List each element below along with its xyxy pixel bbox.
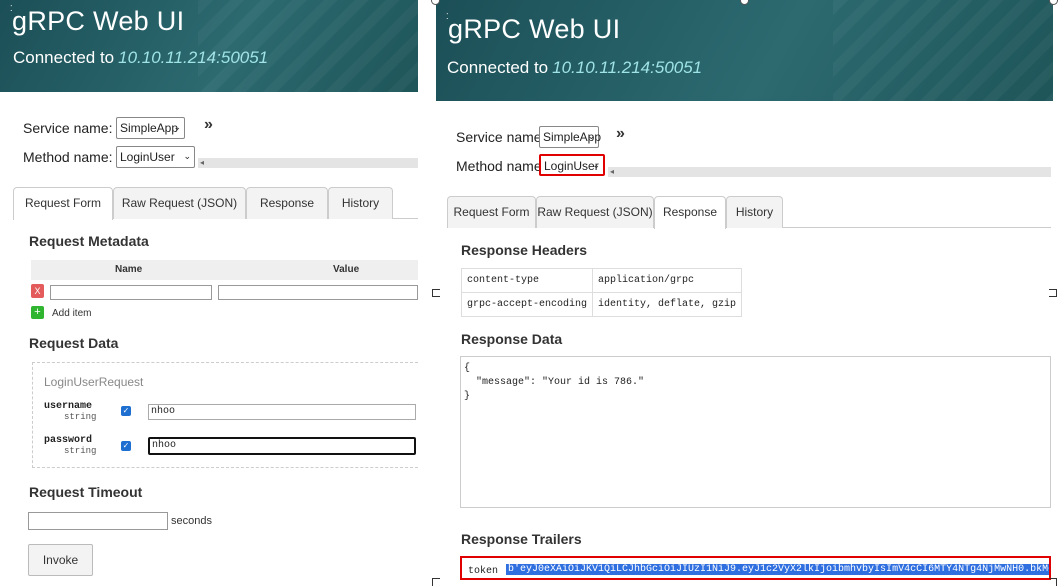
connection-status: Connected to 10.10.11.214:50051	[13, 48, 269, 67]
tab-request-form[interactable]: Request Form	[13, 187, 113, 220]
method-select[interactable]: LoginUser ⌄	[539, 154, 605, 176]
tab-raw-request[interactable]: Raw Request (JSON)	[536, 196, 654, 228]
metadata-value-input[interactable]	[218, 285, 418, 300]
app-header: ⁚ gRPC Web UI Connected to 10.10.11.214:50…	[436, 0, 1053, 101]
message-type-label: LoginUserRequest	[44, 375, 144, 389]
tab-response[interactable]: Response	[246, 187, 328, 219]
crop-bracket-icon	[1049, 289, 1057, 297]
scroll-left-icon: ◂	[610, 167, 615, 176]
crop-bracket-icon	[432, 289, 440, 297]
tab-bar: Request Form Raw Request (JSON) Response…	[13, 187, 418, 220]
header-value: application/grpc	[592, 268, 743, 293]
check-icon[interactable]: ✓	[121, 406, 131, 416]
response-headers-table: content-type application/grpc grpc-accep…	[460, 268, 743, 317]
trailer-key: token	[468, 566, 499, 577]
tab-history[interactable]: History	[328, 187, 393, 219]
metadata-col-name: Name	[115, 264, 143, 275]
tab-bar: Request Form Raw Request (JSON) Response…	[447, 196, 1051, 229]
service-name-label: Service name:	[456, 129, 546, 145]
app-header: ⁚ gRPC Web UI Connected to 10.10.11.214:50…	[0, 0, 418, 92]
timeout-input[interactable]	[28, 512, 168, 530]
metadata-col-value: Value	[333, 264, 360, 275]
app-logo: ⁚ gRPC Web UI	[10, 4, 185, 36]
host-address: 10.10.11.214:50051	[552, 58, 703, 77]
check-icon[interactable]: ✓	[121, 441, 131, 451]
crop-bracket-icon	[1049, 578, 1057, 586]
header-key: content-type	[460, 268, 594, 293]
app-logo: ⁚ gRPC Web UI	[446, 12, 621, 44]
logo-dots-icon: ⁚	[446, 12, 449, 21]
add-item-label[interactable]: Add item	[52, 308, 91, 319]
table-row: grpc-accept-encoding identity, deflate, …	[460, 292, 743, 317]
field-username-type: string	[64, 412, 97, 422]
response-data-title: Response Data	[461, 331, 563, 347]
tab-raw-request[interactable]: Raw Request (JSON)	[113, 187, 246, 219]
chevron-down-icon: ⌄	[587, 131, 595, 141]
add-item-button[interactable]: +	[31, 306, 44, 319]
tab-history[interactable]: History	[726, 196, 783, 228]
request-metadata-title: Request Metadata	[29, 233, 149, 249]
field-password-name: password	[44, 435, 93, 446]
chevron-down-icon: ⌄	[173, 122, 181, 132]
tab-request-form[interactable]: Request Form	[447, 196, 536, 228]
timeout-unit-label: seconds	[171, 515, 212, 527]
metadata-table-header: Name Value	[31, 260, 418, 280]
double-chevron-right-icon[interactable]: »	[204, 116, 213, 134]
header-value: identity, deflate, gzip	[592, 292, 743, 317]
username-input[interactable]: nhoo	[148, 404, 416, 420]
double-chevron-right-icon[interactable]: »	[616, 125, 625, 143]
method-select[interactable]: LoginUser ⌄	[116, 146, 195, 168]
metadata-name-input[interactable]	[50, 285, 212, 300]
field-username-name: username	[44, 401, 93, 412]
chevron-down-icon: ⌄	[183, 151, 191, 161]
tab-response[interactable]: Response	[654, 196, 726, 229]
response-data-output[interactable]: { "message": "Your id is 786." }	[460, 356, 1051, 508]
resize-handle-icon	[1049, 0, 1058, 5]
response-trailers-row[interactable]: token b'eyJ0eXAiOiJKV1QiLCJhbGciOiJIUzI1…	[460, 556, 1051, 580]
remove-metadata-button[interactable]: X	[31, 284, 44, 298]
service-select[interactable]: SimpleApp ⌄	[539, 126, 601, 148]
request-timeout-title: Request Timeout	[29, 484, 143, 500]
trailer-value[interactable]: b'eyJ0eXAiOiJKV1QiLCJhbGciOiJIUzI1NiJ9.e…	[506, 564, 1049, 575]
logo-dots-icon: ⁚	[10, 4, 13, 13]
method-name-label: Method name:	[456, 158, 546, 174]
invoke-button[interactable]: Invoke	[28, 544, 93, 576]
scroll-left-icon: ◂	[200, 158, 205, 167]
request-data-title: Request Data	[29, 335, 119, 351]
connection-status: Connected to 10.10.11.214:50051	[447, 58, 703, 77]
field-password-type: string	[64, 446, 97, 456]
password-input[interactable]: nhoo	[148, 437, 416, 455]
horizontal-scrollbar[interactable]: ◂	[198, 158, 418, 168]
method-name-label: Method name:	[23, 149, 113, 165]
horizontal-scrollbar[interactable]: ◂	[608, 167, 1051, 177]
header-key: grpc-accept-encoding	[460, 292, 594, 317]
response-headers-title: Response Headers	[461, 242, 588, 258]
response-trailers-title: Response Trailers	[461, 531, 582, 547]
service-select[interactable]: SimpleApp ⌄	[116, 117, 185, 139]
service-name-label: Service name:	[23, 120, 113, 136]
table-row: content-type application/grpc	[460, 268, 743, 293]
host-address: 10.10.11.214:50051	[118, 48, 269, 67]
chevron-down-icon: ⌄	[592, 160, 600, 170]
crop-bracket-icon	[432, 578, 440, 586]
